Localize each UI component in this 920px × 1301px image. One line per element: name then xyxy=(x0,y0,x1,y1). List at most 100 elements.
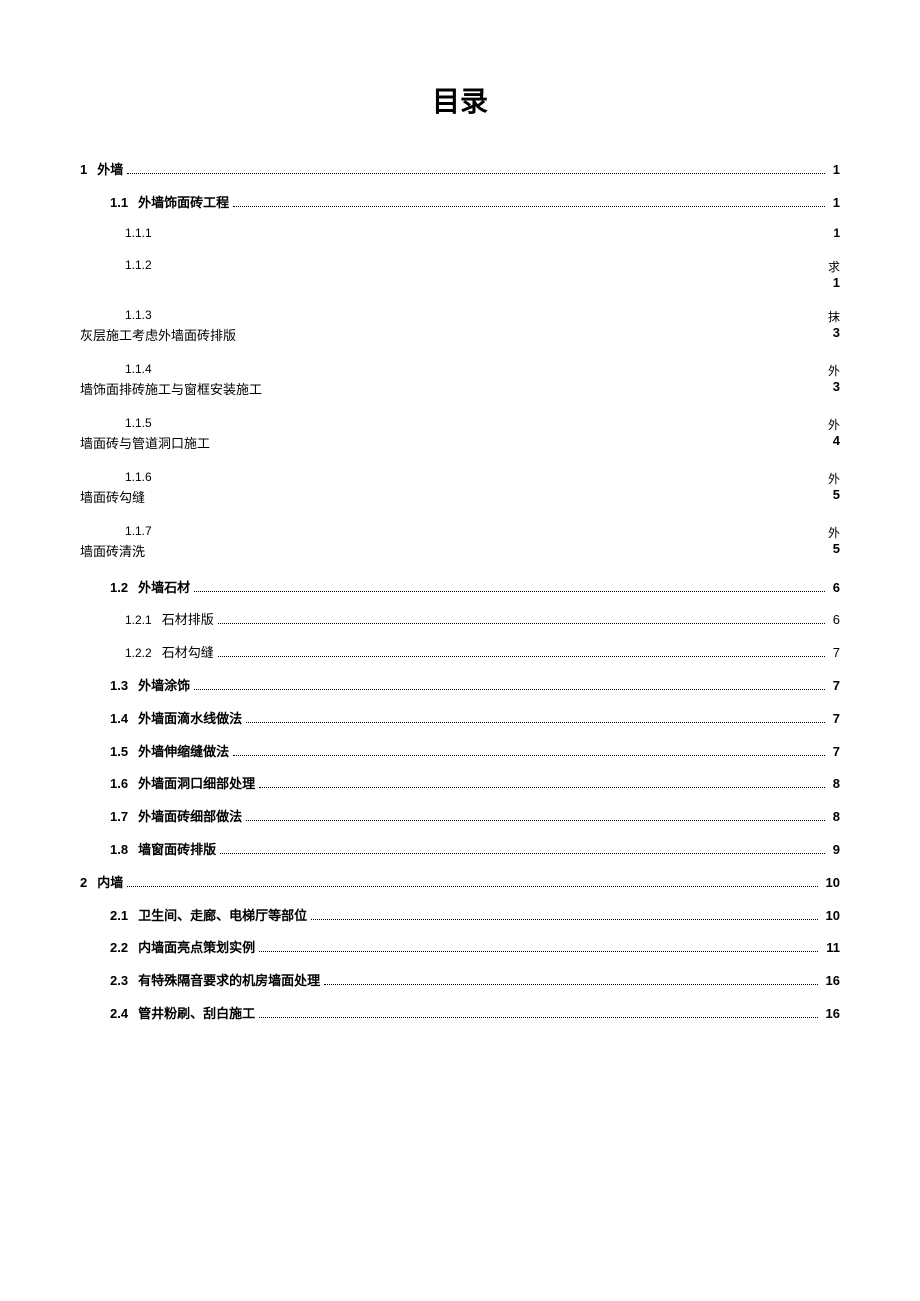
toc-entry[interactable]: 1.1.2求1 xyxy=(80,258,840,290)
toc-page-number: 16 xyxy=(826,971,840,992)
toc-label: 外墙伸缩缝做法 xyxy=(138,742,229,763)
toc-page-number: 7 xyxy=(833,742,840,763)
toc-number: 2.4 xyxy=(110,1004,128,1025)
toc-leader-dots xyxy=(259,1017,817,1018)
toc-number: 1.1.3 xyxy=(125,308,152,325)
toc-label: 卫生间、走廊、电梯厅等部位 xyxy=(138,906,307,927)
toc-page-number: 5 xyxy=(833,541,840,560)
toc-label: 外墙面洞口细部处理 xyxy=(138,774,255,795)
toc-label: 外墙涂饰 xyxy=(138,676,190,697)
toc-label: 墙面砖清洗 xyxy=(80,541,145,560)
table-of-contents: 1外墙11.1外墙饰面砖工程11.1.111.1.2求11.1.3抹灰层施工考虑… xyxy=(80,160,840,1025)
toc-number: 2.1 xyxy=(110,906,128,927)
toc-number: 2.2 xyxy=(110,938,128,959)
toc-leader-dots xyxy=(246,722,825,723)
toc-entry[interactable]: 1.7 外墙面砖细部做法 8 xyxy=(80,807,840,828)
toc-number: 1.7 xyxy=(110,807,128,828)
toc-entry[interactable]: 1.8 墙窗面砖排版 9 xyxy=(80,840,840,861)
toc-number: 1.1 xyxy=(110,193,128,214)
toc-entry[interactable]: 1.1.3 抹灰层施工考虑外墙面砖排版 3 xyxy=(80,308,840,344)
toc-page-number: 8 xyxy=(833,774,840,795)
toc-number: 1.5 xyxy=(110,742,128,763)
toc-entry[interactable]: 1.6 外墙面洞口细部处理 8 xyxy=(80,774,840,795)
toc-label: 管井粉刷、刮白施工 xyxy=(138,1004,255,1025)
toc-entry[interactable]: 2.3 有特殊隔音要求的机房墙面处理 16 xyxy=(80,971,840,992)
toc-page-number: 11 xyxy=(826,938,840,959)
toc-page-number: 3 xyxy=(833,379,840,398)
toc-page-number: 8 xyxy=(833,807,840,828)
toc-label: 外墙面滴水线做法 xyxy=(138,709,242,730)
toc-leader-dots xyxy=(246,820,825,821)
toc-entry[interactable]: 1.1.5 外墙面砖与管道洞口施工 4 xyxy=(80,416,840,452)
toc-leader-dots xyxy=(218,656,825,657)
toc-label-fragment: 求 xyxy=(828,258,840,275)
toc-label: 石材排版 xyxy=(162,610,214,631)
toc-page-number: 6 xyxy=(833,610,840,631)
toc-number: 1.1.6 xyxy=(125,470,152,487)
toc-entry[interactable]: 1.4外墙面滴水线做法7 xyxy=(80,709,840,730)
toc-entry[interactable]: 1外墙1 xyxy=(80,160,840,181)
toc-number: 1.1.7 xyxy=(125,524,152,541)
toc-leader-dots xyxy=(127,173,825,174)
toc-label-fragment: 外 xyxy=(828,416,840,433)
toc-number: 2 xyxy=(80,873,87,894)
toc-entry[interactable]: 1.2.1 石材排版 6 xyxy=(80,610,840,631)
toc-page-number: 5 xyxy=(833,487,840,506)
toc-number: 1.2.2 xyxy=(125,644,152,663)
toc-leader-dots xyxy=(259,951,818,952)
toc-number: 1.1.4 xyxy=(125,362,152,379)
toc-page-number: 1 xyxy=(833,193,840,214)
toc-leader-dots xyxy=(194,591,825,592)
toc-entry[interactable]: 1.2外墙石材6 xyxy=(80,578,840,599)
toc-page-number: 6 xyxy=(833,578,840,599)
toc-number: 1.8 xyxy=(110,840,128,861)
toc-label: 墙面砖与管道洞口施工 xyxy=(80,433,210,452)
toc-page-number: 16 xyxy=(826,1004,840,1025)
toc-number: 1.2.1 xyxy=(125,611,152,630)
toc-number: 1.1.1 xyxy=(125,226,152,240)
toc-entry[interactable]: 1.2.2石材勾缝7 xyxy=(80,643,840,664)
toc-leader-dots xyxy=(324,984,817,985)
toc-label: 有特殊隔音要求的机房墙面处理 xyxy=(138,971,320,992)
toc-label-fragment: 外 xyxy=(828,524,840,541)
toc-page-number: 1 xyxy=(833,275,840,290)
toc-label: 外墙饰面砖工程 xyxy=(138,193,229,214)
toc-page-number: 7 xyxy=(833,676,840,697)
toc-entry[interactable]: 1.1.4 外墙饰面排砖施工与窗框安装施工 3 xyxy=(80,362,840,398)
toc-leader-dots xyxy=(127,886,817,887)
toc-leader-dots xyxy=(194,689,825,690)
toc-page-number: 10 xyxy=(826,873,840,894)
toc-number: 1 xyxy=(80,160,87,181)
toc-entry[interactable]: 2.1卫生间、走廊、电梯厅等部位10 xyxy=(80,906,840,927)
toc-label: 灰层施工考虑外墙面砖排版 xyxy=(80,325,236,344)
toc-leader-dots xyxy=(218,623,825,624)
toc-entry[interactable]: 1.1 外墙饰面砖工程 1 xyxy=(80,193,840,214)
toc-page-number: 4 xyxy=(833,433,840,452)
toc-label: 墙饰面排砖施工与窗框安装施工 xyxy=(80,379,262,398)
toc-label: 外墙面砖细部做法 xyxy=(138,807,242,828)
toc-entry[interactable]: 2 内墙 10 xyxy=(80,873,840,894)
toc-page-number: 9 xyxy=(833,840,840,861)
toc-leader-dots xyxy=(259,787,825,788)
toc-entry[interactable]: 1.1.6外墙面砖勾缝5 xyxy=(80,470,840,506)
toc-entry[interactable]: 1.1.7 外墙面砖清洗 5 xyxy=(80,524,840,560)
toc-entry[interactable]: 1.5 外墙伸缩缝做法 7 xyxy=(80,742,840,763)
toc-leader-dots xyxy=(233,755,825,756)
toc-leader-dots xyxy=(233,206,825,207)
toc-label: 内墙 xyxy=(97,873,123,894)
toc-number: 1.1.5 xyxy=(125,416,152,433)
toc-number: 1.3 xyxy=(110,676,128,697)
toc-label-fragment: 外 xyxy=(828,362,840,379)
toc-label-fragment: 抹 xyxy=(828,308,840,325)
toc-label: 石材勾缝 xyxy=(162,643,214,664)
toc-label: 内墙面亮点策划实例 xyxy=(138,938,255,959)
toc-number: 2.3 xyxy=(110,971,128,992)
toc-entry[interactable]: 1.3 外墙涂饰 7 xyxy=(80,676,840,697)
toc-entry[interactable]: 2.4 管井粉刷、刮白施工 16 xyxy=(80,1004,840,1025)
toc-entry[interactable]: 1.1.11 xyxy=(80,226,840,240)
toc-label: 墙窗面砖排版 xyxy=(138,840,216,861)
toc-number: 1.6 xyxy=(110,774,128,795)
toc-label-fragment: 外 xyxy=(828,470,840,487)
toc-page-number: 3 xyxy=(833,325,840,344)
toc-entry[interactable]: 2.2 内墙面亮点策划实例 11 xyxy=(80,938,840,959)
